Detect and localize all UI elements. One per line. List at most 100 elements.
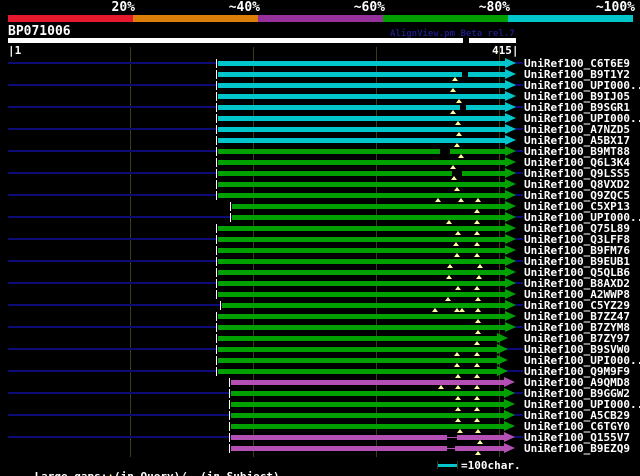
query-gap-marker <box>459 308 465 312</box>
hit-bar[interactable] <box>232 204 505 209</box>
scalebar-end-tick-right <box>457 461 458 469</box>
hit-arrow <box>505 113 516 123</box>
hit-arrow <box>505 124 516 134</box>
hit-gap <box>460 105 466 110</box>
hit-bar[interactable] <box>218 116 505 121</box>
query-gap-marker <box>446 275 452 279</box>
hit-arrow <box>505 278 516 288</box>
query-gap-marker <box>455 385 461 389</box>
query-gap-marker <box>454 352 460 356</box>
query-gap-marker <box>435 198 441 202</box>
hit-arrow <box>504 388 515 398</box>
query-gap-marker <box>458 198 464 202</box>
hit-bar[interactable] <box>232 215 505 220</box>
hit-start-tick <box>216 246 217 255</box>
hit-arrow <box>505 58 516 68</box>
query-gap-marker <box>474 385 480 389</box>
query-gap-marker <box>456 132 462 136</box>
hit-bar[interactable] <box>231 435 504 440</box>
hit-bar[interactable] <box>218 292 505 297</box>
query-gap-marker <box>474 407 480 411</box>
hit-start-tick <box>216 345 217 354</box>
hit-bar[interactable] <box>218 182 505 187</box>
query-gap-marker <box>445 297 451 301</box>
hit-start-tick <box>216 125 217 134</box>
hit-bar[interactable] <box>218 248 505 253</box>
hit-start-tick <box>216 158 217 167</box>
hit-start-tick <box>229 389 230 398</box>
hit-bar[interactable] <box>231 446 504 451</box>
hit-start-tick <box>230 202 231 211</box>
query-gap-marker <box>474 231 480 235</box>
hit-bar[interactable] <box>218 138 505 143</box>
hit-bar[interactable] <box>218 226 505 231</box>
hit-bar[interactable] <box>218 270 505 275</box>
ruler-gridline <box>130 47 131 457</box>
hit-arrow <box>505 322 516 332</box>
hit-bar[interactable] <box>218 325 505 330</box>
hit-arrow <box>497 333 508 343</box>
hit-arrow <box>504 443 515 453</box>
hit-arrow <box>497 366 508 376</box>
hit-arrow <box>505 256 516 266</box>
query-gap-marker <box>455 396 461 400</box>
hit-start-tick <box>230 213 231 222</box>
query-gap-marker <box>451 176 457 180</box>
query-gap-marker <box>475 451 481 455</box>
hit-start-tick <box>216 70 217 79</box>
hit-start-tick <box>216 235 217 244</box>
hit-bar[interactable] <box>231 380 504 385</box>
hit-bar[interactable] <box>218 83 505 88</box>
query-gap-marker <box>454 143 460 147</box>
query-gap-marker <box>452 77 458 81</box>
hit-start-tick <box>216 224 217 233</box>
hit-label[interactable]: UniRef100_B9EZQ9 <box>524 443 630 454</box>
hit-arrow <box>505 146 516 156</box>
hit-bar[interactable] <box>231 413 504 418</box>
hit-bar[interactable] <box>218 314 505 319</box>
hit-bar[interactable] <box>218 160 505 165</box>
hit-arrow <box>505 168 516 178</box>
query-gap-marker <box>454 187 460 191</box>
query-gap-marker <box>432 308 438 312</box>
hit-bar[interactable] <box>231 402 504 407</box>
hit-start-tick <box>216 279 217 288</box>
hit-arrow <box>505 91 516 101</box>
hit-start-tick <box>229 400 230 409</box>
subject-gap-line <box>447 437 457 438</box>
query-gap-marker <box>446 220 452 224</box>
query-gap-marker <box>455 121 461 125</box>
hit-start-tick <box>216 290 217 299</box>
query-gap-marker <box>475 429 481 433</box>
hit-arrow <box>505 69 516 79</box>
query-gap-marker <box>454 363 460 367</box>
hit-bar[interactable] <box>218 259 505 264</box>
hit-arrow <box>505 245 516 255</box>
hit-bar[interactable] <box>231 424 504 429</box>
hit-start-tick <box>229 433 230 442</box>
query-gap-marker <box>454 253 460 257</box>
hit-start-tick <box>216 92 217 101</box>
hit-arrow <box>505 234 516 244</box>
hit-start-tick <box>216 103 217 112</box>
hit-bar[interactable] <box>218 336 497 341</box>
hit-start-tick <box>216 180 217 189</box>
hit-bar[interactable] <box>231 391 504 396</box>
query-gap-marker <box>450 165 456 169</box>
hit-arrow <box>505 223 516 233</box>
hit-arrow <box>504 399 515 409</box>
hit-start-tick <box>216 257 217 266</box>
hit-start-tick <box>216 312 217 321</box>
hit-bar[interactable] <box>218 237 505 242</box>
hit-bar[interactable] <box>218 61 505 66</box>
query-gap-marker <box>474 209 480 213</box>
hit-arrow <box>505 157 516 167</box>
hit-start-tick <box>229 444 230 453</box>
hit-arrow <box>505 179 516 189</box>
hit-arrow <box>505 201 516 211</box>
query-gap-marker <box>474 374 480 378</box>
hit-arrow <box>505 80 516 90</box>
hit-arrow <box>505 102 516 112</box>
query-gap-marker <box>455 407 461 411</box>
hit-bar[interactable] <box>218 281 505 286</box>
